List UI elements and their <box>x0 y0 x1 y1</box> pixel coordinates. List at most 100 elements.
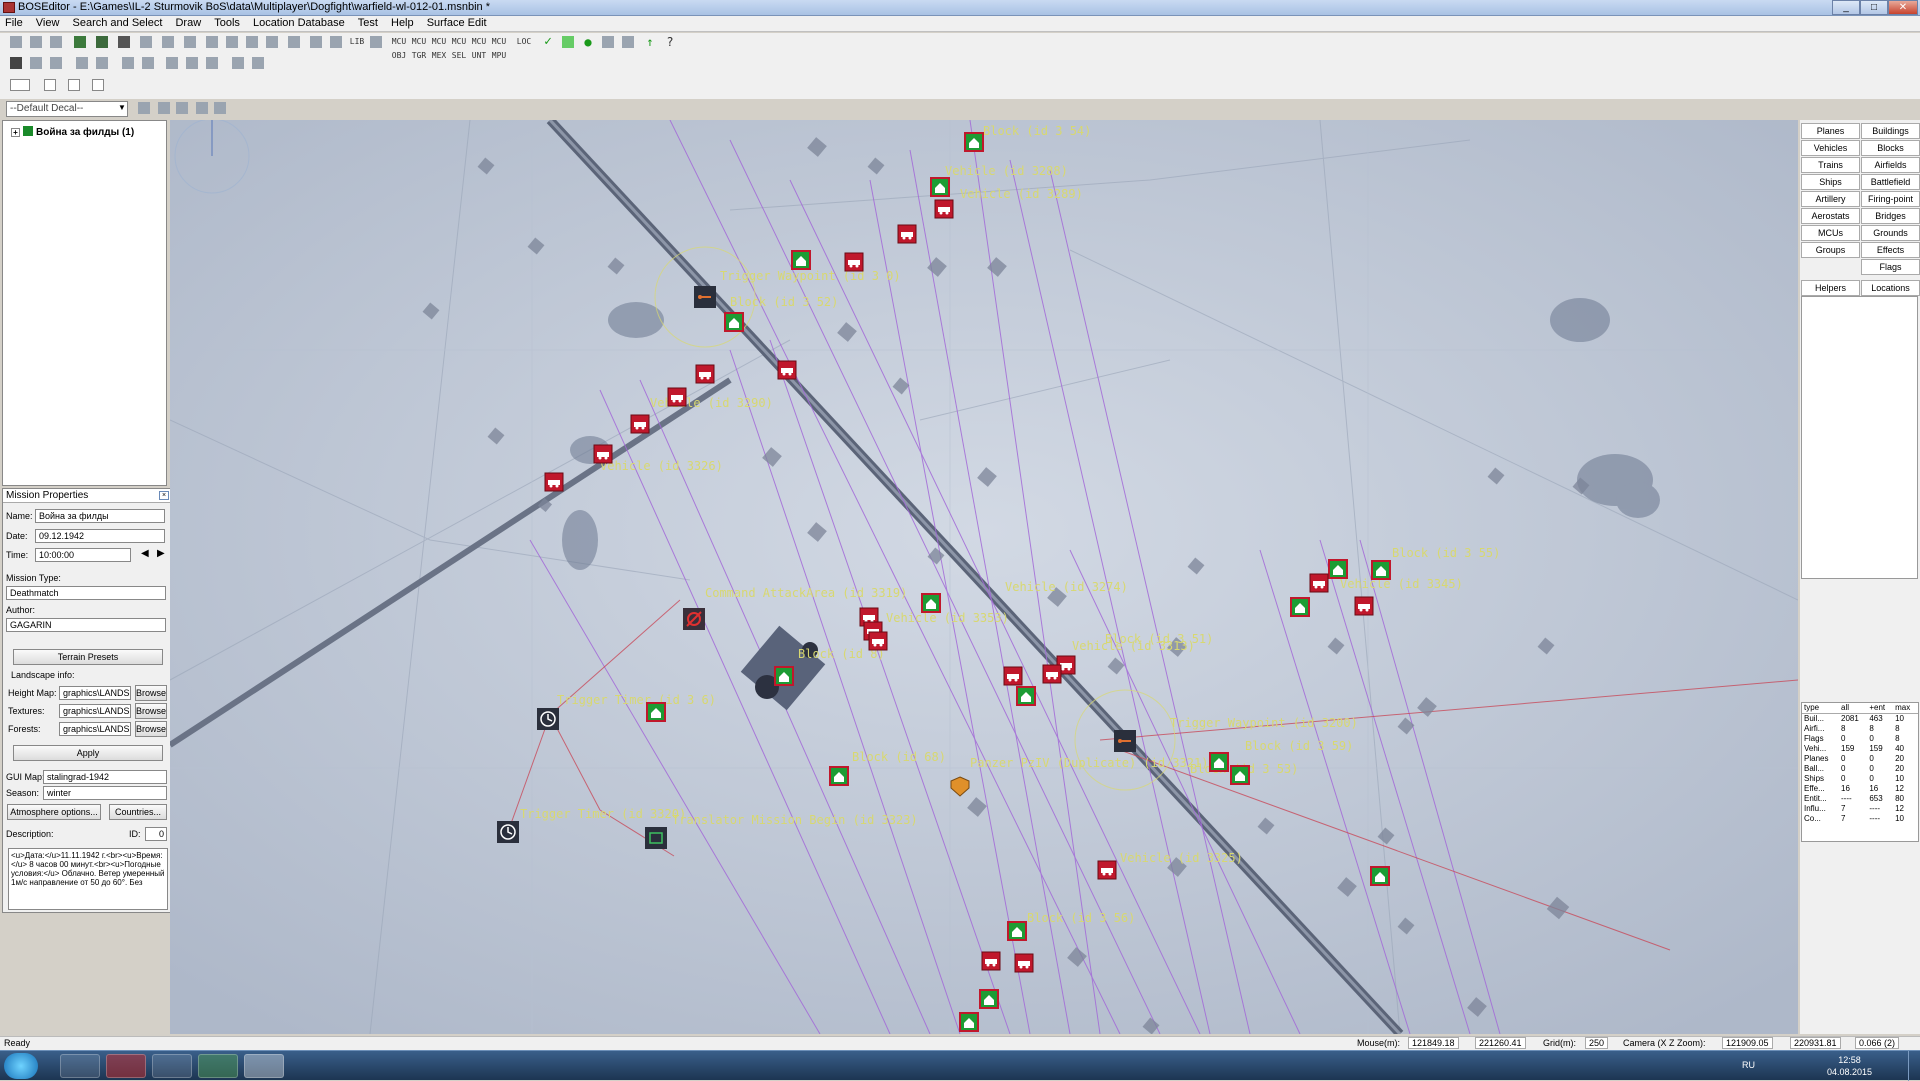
menu-file[interactable]: File <box>0 16 28 30</box>
mcu-tgr-button[interactable]: MCU TGR <box>410 34 428 60</box>
language-indicator[interactable]: RU <box>1742 1060 1755 1070</box>
mcu-sel-button[interactable]: MCU SEL <box>450 34 468 60</box>
lib-button[interactable]: LIB <box>348 34 366 50</box>
taskbar-app-game-icon[interactable] <box>198 1054 238 1078</box>
minimize-button[interactable]: _ <box>1832 0 1860 15</box>
cut-icon[interactable] <box>8 34 24 50</box>
bridge2-icon[interactable] <box>620 34 636 50</box>
mcu-mex-button[interactable]: MCU MEX <box>430 34 448 60</box>
start-button[interactable] <box>4 1053 38 1079</box>
cat-ships[interactable]: Ships <box>1801 174 1860 190</box>
textures-browse-button[interactable]: Browse <box>135 703 167 719</box>
time-next-icon[interactable]: ▶ <box>157 548 165 559</box>
id-field[interactable]: 0 <box>145 827 167 841</box>
pointer-icon[interactable] <box>182 34 198 50</box>
cat-mcus[interactable]: MCUs <box>1801 225 1860 241</box>
cat-groups[interactable]: Groups <box>1801 242 1860 258</box>
menu-location-database[interactable]: Location Database <box>248 16 350 30</box>
map-viewport[interactable]: Block (id 3 54) Block (id 3 52) Block (i… <box>170 120 1798 1034</box>
terrain-presets-button[interactable]: Terrain Presets <box>13 649 163 665</box>
tray-icons[interactable] <box>1590 1059 1670 1073</box>
menu-help[interactable]: Help <box>386 16 419 30</box>
dot-icon[interactable]: ● <box>580 34 596 50</box>
cat-blocks[interactable]: Blocks <box>1861 140 1920 156</box>
align-icon[interactable] <box>160 34 176 50</box>
time-prev-icon[interactable]: ◀ <box>141 548 149 559</box>
cat-locations[interactable]: Locations <box>1861 280 1920 296</box>
check-icon[interactable]: ✓ <box>540 34 556 50</box>
pin-icon[interactable]: × <box>159 491 169 500</box>
season-select[interactable]: winter <box>43 786 167 800</box>
flag-icon[interactable] <box>138 34 154 50</box>
cat-buildings[interactable]: Buildings <box>1861 123 1920 139</box>
cat-artillery[interactable]: Artillery <box>1801 191 1860 207</box>
cat-airfields[interactable]: Airfields <box>1861 157 1920 173</box>
route-icon[interactable] <box>328 34 344 50</box>
clock[interactable]: 12:58 04.08.2015 <box>1827 1054 1872 1078</box>
stats-header-type[interactable]: type <box>1802 703 1840 714</box>
copy-icon[interactable] <box>28 34 44 50</box>
cat-aerostats[interactable]: Aerostats <box>1801 208 1860 224</box>
countries-button[interactable]: Countries... <box>109 804 167 820</box>
move-icon[interactable] <box>204 55 220 71</box>
hash-icon[interactable] <box>244 34 260 50</box>
view-mode-4[interactable] <box>90 77 110 93</box>
close-button[interactable]: ✕ <box>1888 0 1918 15</box>
stats-header-ent[interactable]: +ent <box>1867 703 1894 714</box>
taskbar-app-alien-icon[interactable] <box>60 1054 100 1078</box>
tree-icon[interactable] <box>264 34 280 50</box>
mission-tree[interactable]: + Война за филды (1) <box>2 120 167 486</box>
forests-browse-button[interactable]: Browse <box>135 721 167 737</box>
cat-trains[interactable]: Trains <box>1801 157 1860 173</box>
cat-effects[interactable]: Effects <box>1861 242 1920 258</box>
cat-vehicles[interactable]: Vehicles <box>1801 140 1860 156</box>
forests-field[interactable]: graphics\LANDSCA <box>59 722 131 736</box>
view-mode-3[interactable] <box>66 77 86 93</box>
paste-icon[interactable] <box>48 34 64 50</box>
stats-header-all[interactable]: all <box>1839 703 1868 714</box>
tool4-icon[interactable] <box>94 55 110 71</box>
decal-select[interactable]: --Default Decal-- <box>6 101 128 117</box>
menu-draw[interactable]: Draw <box>170 16 206 30</box>
maximize-button[interactable]: □ <box>1860 0 1888 15</box>
height-map-browse-button[interactable]: Browse <box>135 685 167 701</box>
cat-battlefield[interactable]: Battlefield <box>1861 174 1920 190</box>
bridge-icon[interactable] <box>600 34 616 50</box>
scale-icon[interactable] <box>140 55 156 71</box>
menu-test[interactable]: Test <box>353 16 383 30</box>
stats-header-max[interactable]: max <box>1893 703 1918 714</box>
link-icon[interactable] <box>164 55 180 71</box>
decal-tool-5[interactable] <box>212 100 228 116</box>
mcu-obj-button[interactable]: MCU OBJ <box>390 34 408 60</box>
arrow-up-icon[interactable]: ↑ <box>642 34 658 50</box>
map-icon[interactable] <box>94 34 110 50</box>
show-desktop-button[interactable] <box>1908 1051 1920 1081</box>
apply-button[interactable]: Apply <box>13 745 163 761</box>
mcu-unt-button[interactable]: MCU UNT <box>470 34 488 60</box>
cat-grounds[interactable]: Grounds <box>1861 225 1920 241</box>
expand-icon[interactable]: + <box>11 128 20 137</box>
tool2-icon[interactable] <box>48 55 64 71</box>
list-icon[interactable] <box>368 34 384 50</box>
tool3-icon[interactable] <box>74 55 90 71</box>
name-field[interactable]: Война за филды <box>35 509 165 523</box>
height-map-field[interactable]: graphics\LANDSCA <box>59 686 131 700</box>
time-field[interactable]: 10:00:00 <box>35 548 131 562</box>
menu-view[interactable]: View <box>31 16 65 30</box>
frame-icon[interactable] <box>224 34 240 50</box>
filter-icon[interactable] <box>308 34 324 50</box>
date-field[interactable]: 09.12.1942 <box>35 529 165 543</box>
ungroup-icon[interactable] <box>250 55 266 71</box>
loc-button[interactable]: LOC <box>514 34 534 50</box>
view-mode-2[interactable] <box>42 77 62 93</box>
tool-icon[interactable] <box>28 55 44 71</box>
tree-root-item[interactable]: + Война за филды (1) <box>11 126 134 138</box>
atmosphere-options-button[interactable]: Atmosphere options... <box>7 804 101 820</box>
view-mode-1[interactable] <box>8 77 32 93</box>
menu-surface-edit[interactable]: Surface Edit <box>422 16 492 30</box>
taskbar-app-boseditor-icon[interactable] <box>244 1054 284 1078</box>
cat-helpers[interactable]: Helpers <box>1801 280 1860 296</box>
grid-snap-icon[interactable] <box>204 34 220 50</box>
description-field[interactable]: <u>Дата:</u>11.11.1942 г.<br><u>Время:</… <box>8 848 168 910</box>
cat-planes[interactable]: Planes <box>1801 123 1860 139</box>
